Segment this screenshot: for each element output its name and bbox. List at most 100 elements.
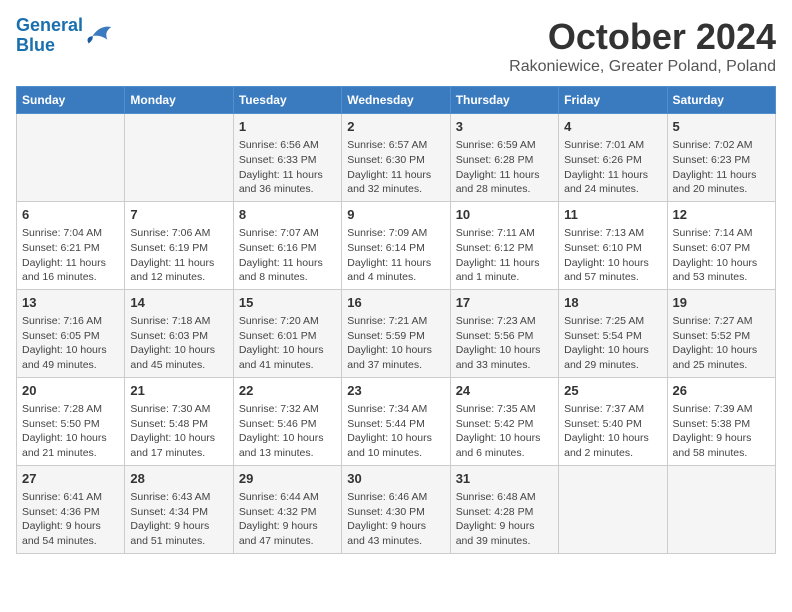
calendar-cell: 25Sunrise: 7:37 AM Sunset: 5:40 PM Dayli… xyxy=(559,377,667,465)
calendar-cell: 31 Sunrise: 6:48 AM Sunset: 4:28 PM Dayli… xyxy=(450,465,558,553)
day-header-friday: Friday xyxy=(559,87,667,114)
calendar-cell: 5Sunrise: 7:02 AM Sunset: 6:23 PM Daylig… xyxy=(667,114,775,202)
calendar-week-row: 13 Sunrise: 7:16 AM Sunset: 6:05 PM Dayli… xyxy=(17,289,776,377)
day-number: 20 xyxy=(22,382,119,400)
calendar-cell: 17 Sunrise: 7:23 AM Sunset: 5:56 PM Dayli… xyxy=(450,289,558,377)
calendar-table: SundayMondayTuesdayWednesdayThursdayFrid… xyxy=(16,86,776,554)
day-number: 19 xyxy=(673,294,770,312)
day-number: 23 xyxy=(347,382,444,400)
calendar-cell xyxy=(559,465,667,553)
day-header-sunday: Sunday xyxy=(17,87,125,114)
calendar-cell: 20 Sunrise: 7:28 AM Sunset: 5:50 PM Dayli… xyxy=(17,377,125,465)
day-number: 14 xyxy=(130,294,227,312)
day-number: 30 xyxy=(347,470,444,488)
calendar-cell: 19 Sunrise: 7:27 AM Sunset: 5:52 PM Dayli… xyxy=(667,289,775,377)
calendar-week-row: 1Sunrise: 6:56 AM Sunset: 6:33 PM Daylig… xyxy=(17,114,776,202)
day-info: Sunrise: 7:16 AM Sunset: 6:05 PM Dayligh… xyxy=(22,314,119,373)
logo-blue: Blue xyxy=(16,35,55,55)
day-info: Sunrise: 6:48 AM Sunset: 4:28 PM Dayligh… xyxy=(456,490,553,549)
day-number: 26 xyxy=(673,382,770,400)
calendar-cell xyxy=(125,114,233,202)
day-number: 28 xyxy=(130,470,227,488)
calendar-week-row: 6 Sunrise: 7:04 AM Sunset: 6:21 PM Daylig… xyxy=(17,201,776,289)
day-number: 13 xyxy=(22,294,119,312)
day-header-thursday: Thursday xyxy=(450,87,558,114)
day-header-monday: Monday xyxy=(125,87,233,114)
day-number: 12 xyxy=(673,206,770,224)
day-info: Sunrise: 6:43 AM Sunset: 4:34 PM Dayligh… xyxy=(130,490,227,549)
logo-bird-icon xyxy=(85,21,115,51)
day-info: Sunrise: 7:20 AM Sunset: 6:01 PM Dayligh… xyxy=(239,314,336,373)
day-info: Sunrise: 7:21 AM Sunset: 5:59 PM Dayligh… xyxy=(347,314,444,373)
calendar-cell: 29 Sunrise: 6:44 AM Sunset: 4:32 PM Dayli… xyxy=(233,465,341,553)
day-number: 16 xyxy=(347,294,444,312)
day-header-tuesday: Tuesday xyxy=(233,87,341,114)
calendar-cell: 1Sunrise: 6:56 AM Sunset: 6:33 PM Daylig… xyxy=(233,114,341,202)
calendar-cell: 4 Sunrise: 7:01 AM Sunset: 6:26 PM Daylig… xyxy=(559,114,667,202)
day-number: 24 xyxy=(456,382,553,400)
calendar-cell xyxy=(667,465,775,553)
calendar-header-row: SundayMondayTuesdayWednesdayThursdayFrid… xyxy=(17,87,776,114)
day-info: Sunrise: 7:23 AM Sunset: 5:56 PM Dayligh… xyxy=(456,314,553,373)
day-number: 22 xyxy=(239,382,336,400)
day-info: Sunrise: 7:32 AM Sunset: 5:46 PM Dayligh… xyxy=(239,402,336,461)
day-info: Sunrise: 7:28 AM Sunset: 5:50 PM Dayligh… xyxy=(22,402,119,461)
calendar-cell xyxy=(17,114,125,202)
day-number: 21 xyxy=(130,382,227,400)
day-info: Sunrise: 7:39 AM Sunset: 5:38 PM Dayligh… xyxy=(673,402,770,461)
day-number: 31 xyxy=(456,470,553,488)
calendar-cell: 13 Sunrise: 7:16 AM Sunset: 6:05 PM Dayli… xyxy=(17,289,125,377)
calendar-cell: 12 Sunrise: 7:14 AM Sunset: 6:07 PM Dayli… xyxy=(667,201,775,289)
day-info: Sunrise: 7:06 AM Sunset: 6:19 PM Dayligh… xyxy=(130,226,227,285)
day-number: 6 xyxy=(22,206,119,224)
day-number: 29 xyxy=(239,470,336,488)
logo: General Blue xyxy=(16,16,115,56)
calendar-cell: 14Sunrise: 7:18 AM Sunset: 6:03 PM Dayli… xyxy=(125,289,233,377)
calendar-week-row: 20 Sunrise: 7:28 AM Sunset: 5:50 PM Dayli… xyxy=(17,377,776,465)
calendar-cell: 2Sunrise: 6:57 AM Sunset: 6:30 PM Daylig… xyxy=(342,114,450,202)
logo-general: General xyxy=(16,15,83,35)
day-number: 4 xyxy=(564,118,661,136)
calendar-cell: 26 Sunrise: 7:39 AM Sunset: 5:38 PM Dayli… xyxy=(667,377,775,465)
calendar-cell: 21 Sunrise: 7:30 AM Sunset: 5:48 PM Dayli… xyxy=(125,377,233,465)
day-info: Sunrise: 7:04 AM Sunset: 6:21 PM Dayligh… xyxy=(22,226,119,285)
day-info: Sunrise: 7:27 AM Sunset: 5:52 PM Dayligh… xyxy=(673,314,770,373)
day-info: Sunrise: 7:02 AM Sunset: 6:23 PM Dayligh… xyxy=(673,138,770,197)
day-info: Sunrise: 7:30 AM Sunset: 5:48 PM Dayligh… xyxy=(130,402,227,461)
day-number: 10 xyxy=(456,206,553,224)
day-info: Sunrise: 7:07 AM Sunset: 6:16 PM Dayligh… xyxy=(239,226,336,285)
calendar-cell: 3Sunrise: 6:59 AM Sunset: 6:28 PM Daylig… xyxy=(450,114,558,202)
day-info: Sunrise: 6:46 AM Sunset: 4:30 PM Dayligh… xyxy=(347,490,444,549)
day-number: 27 xyxy=(22,470,119,488)
day-number: 15 xyxy=(239,294,336,312)
location-title: Rakoniewice, Greater Poland, Poland xyxy=(509,58,776,76)
title-block: October 2024 Rakoniewice, Greater Poland… xyxy=(509,16,776,76)
day-info: Sunrise: 7:01 AM Sunset: 6:26 PM Dayligh… xyxy=(564,138,661,197)
day-number: 8 xyxy=(239,206,336,224)
day-info: Sunrise: 7:14 AM Sunset: 6:07 PM Dayligh… xyxy=(673,226,770,285)
calendar-cell: 16 Sunrise: 7:21 AM Sunset: 5:59 PM Dayli… xyxy=(342,289,450,377)
day-number: 11 xyxy=(564,206,661,224)
calendar-cell: 18Sunrise: 7:25 AM Sunset: 5:54 PM Dayli… xyxy=(559,289,667,377)
day-number: 17 xyxy=(456,294,553,312)
day-info: Sunrise: 6:44 AM Sunset: 4:32 PM Dayligh… xyxy=(239,490,336,549)
day-number: 7 xyxy=(130,206,227,224)
day-info: Sunrise: 6:59 AM Sunset: 6:28 PM Dayligh… xyxy=(456,138,553,197)
day-number: 18 xyxy=(564,294,661,312)
calendar-cell: 10 Sunrise: 7:11 AM Sunset: 6:12 PM Dayli… xyxy=(450,201,558,289)
month-title: October 2024 xyxy=(509,16,776,58)
day-number: 9 xyxy=(347,206,444,224)
calendar-week-row: 27 Sunrise: 6:41 AM Sunset: 4:36 PM Dayli… xyxy=(17,465,776,553)
day-info: Sunrise: 6:57 AM Sunset: 6:30 PM Dayligh… xyxy=(347,138,444,197)
calendar-cell: 23 Sunrise: 7:34 AM Sunset: 5:44 PM Dayli… xyxy=(342,377,450,465)
calendar-cell: 11Sunrise: 7:13 AM Sunset: 6:10 PM Dayli… xyxy=(559,201,667,289)
day-number: 1 xyxy=(239,118,336,136)
calendar-cell: 7 Sunrise: 7:06 AM Sunset: 6:19 PM Daylig… xyxy=(125,201,233,289)
day-info: Sunrise: 7:34 AM Sunset: 5:44 PM Dayligh… xyxy=(347,402,444,461)
calendar-cell: 8 Sunrise: 7:07 AM Sunset: 6:16 PM Daylig… xyxy=(233,201,341,289)
day-info: Sunrise: 6:41 AM Sunset: 4:36 PM Dayligh… xyxy=(22,490,119,549)
calendar-cell: 27 Sunrise: 6:41 AM Sunset: 4:36 PM Dayli… xyxy=(17,465,125,553)
day-info: Sunrise: 7:09 AM Sunset: 6:14 PM Dayligh… xyxy=(347,226,444,285)
calendar-cell: 24Sunrise: 7:35 AM Sunset: 5:42 PM Dayli… xyxy=(450,377,558,465)
day-info: Sunrise: 7:11 AM Sunset: 6:12 PM Dayligh… xyxy=(456,226,553,285)
